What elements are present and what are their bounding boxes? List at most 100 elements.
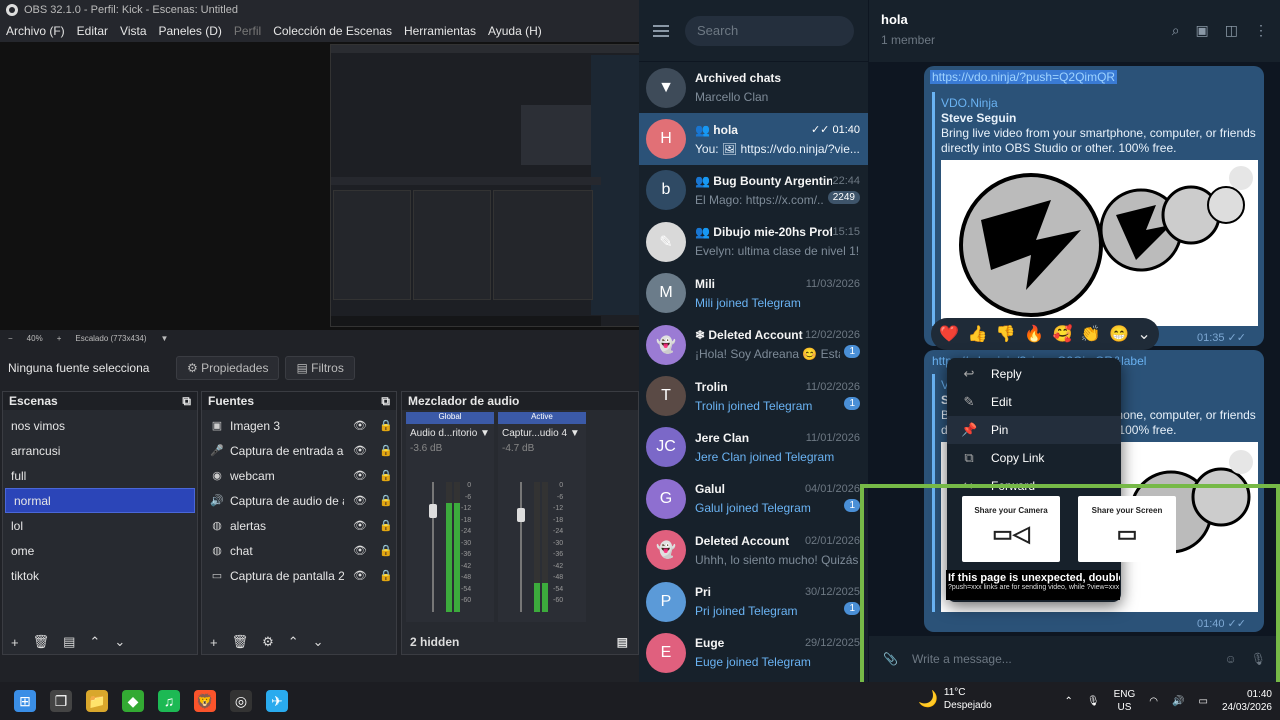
chat-item[interactable]: G Galul 04/01/2026 Galul joined Telegram 1 — [639, 473, 868, 524]
eye-icon[interactable]: 👁 — [350, 469, 370, 482]
link-preview[interactable]: VDO.Ninja Steve Seguin Bring live video … — [932, 92, 1258, 326]
scale-select[interactable]: Escalado (773x434) — [75, 334, 146, 343]
menu-ayuda[interactable]: Ayuda (H) — [482, 24, 548, 38]
source-item[interactable]: ◉ webcam 👁 🔒 — [202, 463, 396, 488]
lock-icon[interactable]: 🔒 — [376, 494, 396, 507]
trash-icon[interactable]: 🗑 — [33, 634, 50, 650]
scene-item[interactable]: ome — [3, 538, 197, 563]
chat-item[interactable]: P Pri 30/12/2025 Pri joined Telegram 1 — [639, 576, 868, 627]
chevron-down-icon[interactable]: ▼ — [480, 428, 490, 439]
chat-item[interactable]: H 👥 hola ✓✓ 01:40 You: 🖼 https://vdo.ninj… — [639, 113, 868, 165]
eye-icon[interactable]: 👁 — [350, 519, 370, 532]
channel-name[interactable]: Captur...udio 4 ▼ — [498, 424, 586, 439]
menu-coleccion[interactable]: Colección de Escenas — [267, 24, 398, 38]
volume-fader[interactable] — [517, 508, 525, 522]
undock-icon[interactable]: ⧉ — [381, 394, 390, 409]
menu-vista[interactable]: Vista — [114, 24, 152, 38]
chevron-up-icon[interactable]: ⌃ — [1065, 696, 1073, 707]
volume-icon[interactable]: 🔊 — [1172, 696, 1184, 707]
scene-item[interactable]: full — [3, 463, 197, 488]
channel-name[interactable]: Audio d...ritorio ▼ — [406, 424, 494, 439]
chat-item[interactable]: ▼ Archived chats Marcello Clan — [639, 62, 868, 113]
scene-item[interactable]: tiktok — [3, 563, 197, 588]
eye-icon[interactable]: 👁 — [350, 444, 370, 457]
source-item[interactable]: 🎤 Captura de entrada aud 👁 🔒 — [202, 438, 396, 463]
eye-icon[interactable]: 👁 — [350, 494, 370, 507]
scene-item[interactable]: arrancusi — [3, 438, 197, 463]
sidebar-toggle-icon[interactable]: ◫ — [1225, 22, 1238, 39]
source-item[interactable]: ◍ alertas 👁 🔒 — [202, 513, 396, 538]
git-icon[interactable]: ◆ — [122, 690, 144, 712]
eye-icon[interactable]: 👁 — [350, 544, 370, 557]
menu-archivo[interactable]: Archivo (F) — [0, 24, 71, 38]
undock-icon[interactable]: ⧉ — [182, 394, 191, 409]
reaction-emoji[interactable]: 😁 — [1109, 324, 1129, 344]
chat-item[interactable]: JC Jere Clan 11/01/2026 Jere Clan joined … — [639, 422, 868, 473]
clock[interactable]: 01:40 24/03/2026 — [1222, 688, 1272, 714]
reaction-emoji[interactable]: 🔥 — [1024, 324, 1044, 344]
search-icon[interactable]: ⌕ — [1172, 22, 1180, 39]
wifi-icon[interactable]: ◠ — [1149, 696, 1158, 707]
chevron-down-icon[interactable]: ▼ — [161, 334, 169, 343]
eye-icon[interactable]: 👁 — [350, 569, 370, 582]
battery-icon[interactable]: ▭ — [1198, 696, 1207, 707]
task-view-icon[interactable]: ❐ — [50, 690, 72, 712]
trash-icon[interactable]: 🗑 — [232, 634, 249, 650]
more-icon[interactable]: ⋮ — [1254, 22, 1268, 39]
reaction-emoji[interactable]: 🥰 — [1052, 324, 1072, 344]
telegram-icon[interactable]: ✈ — [266, 690, 288, 712]
voice-chat-icon[interactable]: ▣ — [1196, 22, 1209, 39]
context-copy-link[interactable]: ⧉ Copy Link — [947, 444, 1121, 472]
chevron-down-icon[interactable]: ▼ — [570, 428, 580, 439]
context-edit[interactable]: ✎ Edit — [947, 388, 1121, 416]
properties-button[interactable]: ⚙ Propiedades — [176, 356, 280, 380]
menu-paneles[interactable]: Paneles (D) — [153, 24, 228, 38]
chat-item[interactable]: 👻 Deleted Account 02/01/2026 Uhhh, lo sie… — [639, 525, 868, 576]
filter-icon[interactable]: ▤ — [63, 634, 75, 650]
hidden-count[interactable]: 2 hidden — [410, 635, 459, 649]
message-bubble[interactable]: https://vdo.ninja/?push=Q2QimQR VDO.Ninj… — [924, 66, 1264, 346]
context-reply[interactable]: ↩ Reply — [947, 360, 1121, 388]
add-icon[interactable]: + — [11, 635, 19, 650]
zoom-out-button[interactable]: − — [8, 334, 13, 343]
menu-perfil[interactable]: Perfil — [228, 24, 267, 38]
eye-icon[interactable]: 👁 — [350, 419, 370, 432]
chat-item[interactable]: T Trolin 11/02/2026 Trolin joined Telegra… — [639, 370, 868, 421]
mixer-menu-icon[interactable]: ▤ — [617, 635, 628, 649]
source-item[interactable]: ▭ Captura de pantalla 2 👁 🔒 — [202, 563, 396, 588]
brave-icon[interactable]: 🦁 — [194, 690, 216, 712]
move-down-icon[interactable]: ⌄ — [313, 634, 324, 650]
context-pin[interactable]: 📌 Pin — [947, 416, 1121, 444]
source-item[interactable]: ◍ chat 👁 🔒 — [202, 538, 396, 563]
search-input[interactable]: Search — [685, 15, 854, 46]
lock-icon[interactable]: 🔒 — [376, 519, 396, 532]
microphone-icon[interactable]: 🎙 — [1087, 696, 1100, 707]
gear-icon[interactable]: ⚙ — [262, 634, 274, 650]
scene-item[interactable]: nos vimos — [3, 413, 197, 438]
chat-item[interactable]: ✎ 👥 Dibujo mie-20hs Prof... 15:15 Evelyn:… — [639, 216, 868, 267]
reaction-emoji[interactable]: ❤️ — [939, 324, 959, 344]
expand-reactions-icon[interactable]: ⌄ — [1137, 324, 1150, 344]
obs-icon[interactable]: ◎ — [230, 690, 252, 712]
chat-item[interactable]: b 👥 Bug Bounty Argentina 22:44 El Mago: h… — [639, 165, 868, 216]
lock-icon[interactable]: 🔒 — [376, 569, 396, 582]
reaction-emoji[interactable]: 👏 — [1081, 324, 1101, 344]
chat-item[interactable]: E Euge 29/12/2025 Euge joined Telegram — [639, 627, 868, 678]
explorer-icon[interactable]: 📁 — [86, 690, 108, 712]
lock-icon[interactable]: 🔒 — [376, 469, 396, 482]
zoom-in-button[interactable]: + — [57, 334, 62, 343]
menu-icon[interactable] — [653, 24, 669, 37]
move-down-icon[interactable]: ⌄ — [114, 634, 125, 650]
windows-icon[interactable]: ⊞ — [14, 690, 36, 712]
share-camera-button[interactable]: Share your Camera ▭◁ — [962, 496, 1060, 562]
lock-icon[interactable]: 🔒 — [376, 544, 396, 557]
spotify-icon[interactable]: ♫ — [158, 690, 180, 712]
chat-item[interactable]: 👻 ❄ Deleted Account 12/02/2026 ¡Hola! Soy… — [639, 319, 868, 370]
chat-title[interactable]: hola — [881, 12, 935, 27]
add-icon[interactable]: + — [210, 635, 218, 650]
scene-item-selected[interactable]: normal — [5, 488, 195, 513]
menu-herramientas[interactable]: Herramientas — [398, 24, 482, 38]
volume-fader[interactable] — [429, 504, 437, 518]
share-screen-button[interactable]: Share your Screen ▭ — [1078, 496, 1176, 562]
move-up-icon[interactable]: ⌃ — [288, 634, 299, 650]
